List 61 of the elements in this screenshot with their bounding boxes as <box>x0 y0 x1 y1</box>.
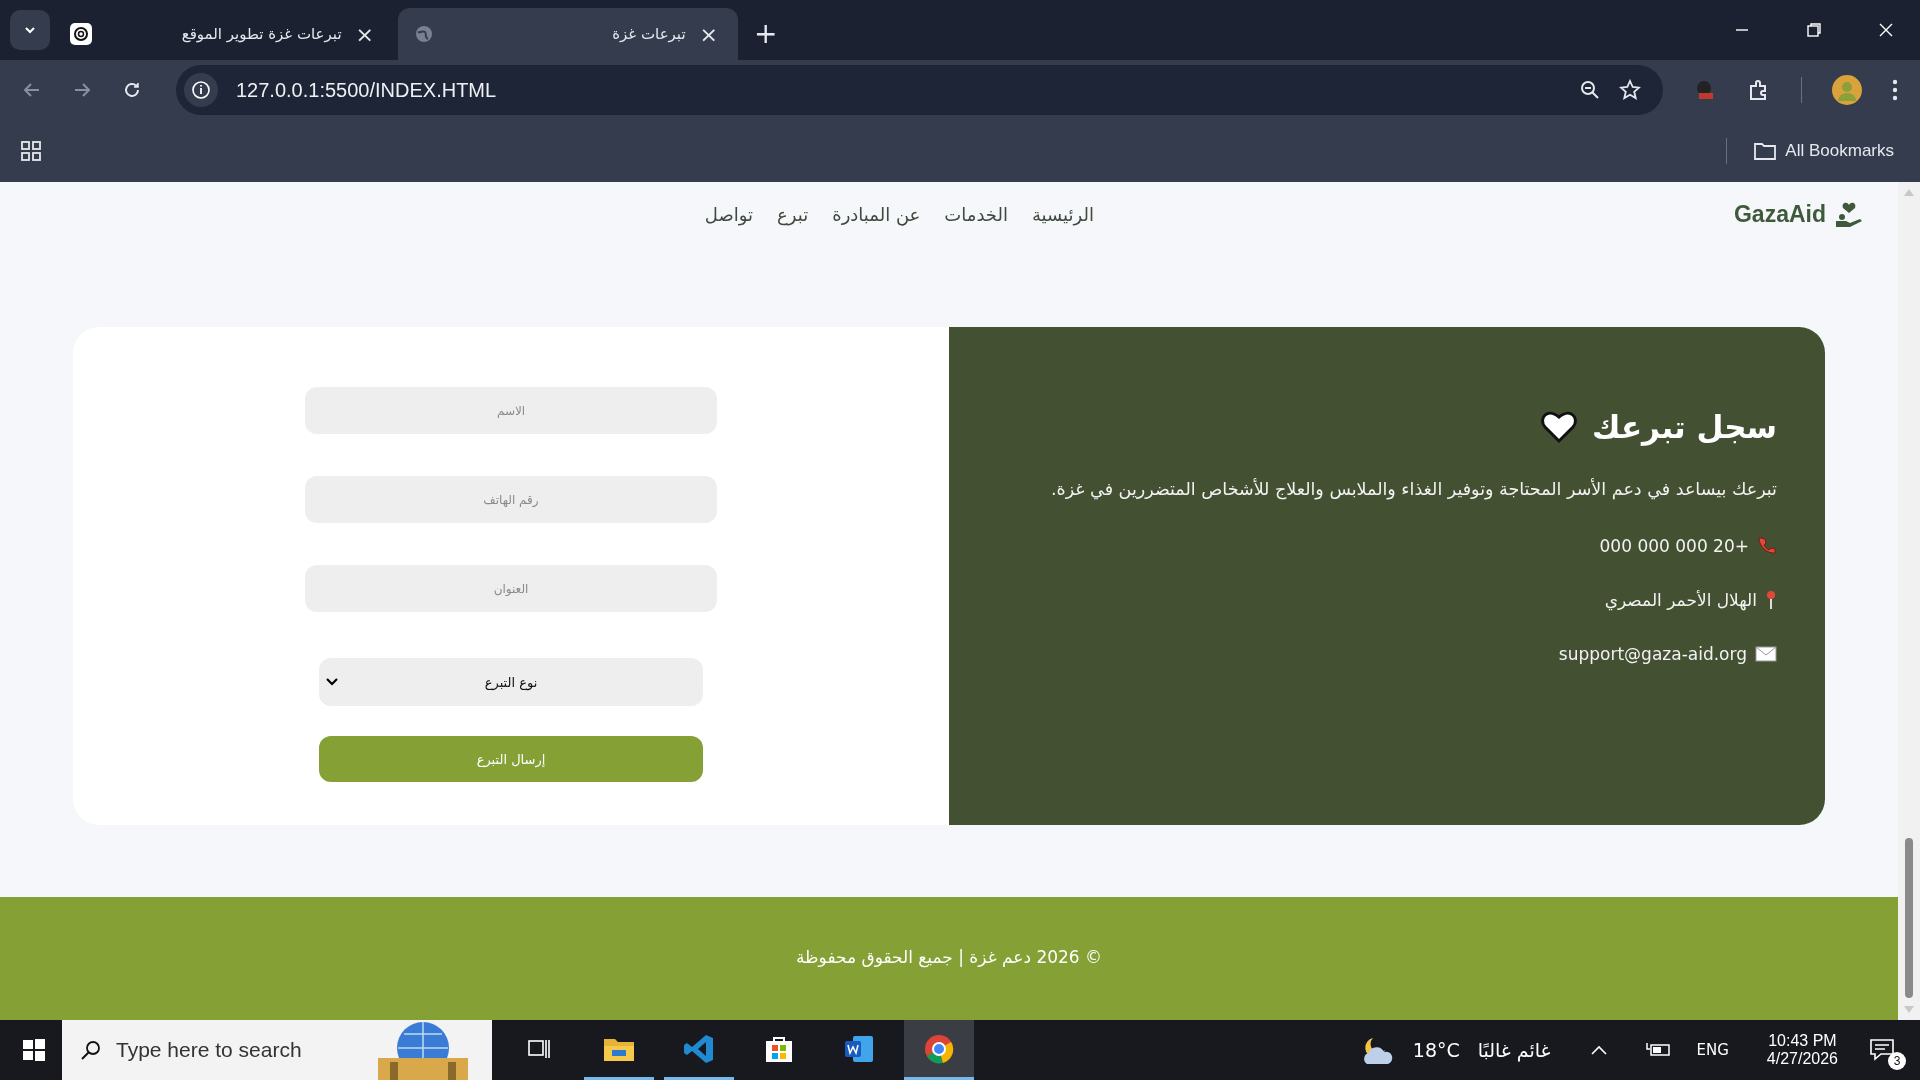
close-tab-button[interactable]: × <box>351 21 378 47</box>
chevron-down-icon <box>325 677 339 687</box>
weather-text[interactable]: غائم غالبًا <box>1477 1039 1551 1061</box>
profile-avatar-icon[interactable] <box>1832 75 1862 105</box>
windows-start-icon[interactable] <box>22 1038 46 1062</box>
nav-link[interactable]: عن المبادرة <box>832 203 921 225</box>
nav-link[interactable]: تواصل <box>704 203 754 225</box>
folder-icon <box>1753 141 1778 161</box>
close-tab-button[interactable]: × <box>695 21 722 47</box>
word-document-icon <box>843 1033 875 1064</box>
pin-icon <box>1765 590 1777 610</box>
info-icon[interactable] <box>184 73 218 107</box>
taskbar-app[interactable] <box>904 1020 974 1080</box>
donation-type-select[interactable]: نوع التبرع <box>319 658 703 706</box>
tab-title: تبرعات غزة تطوير الموقع <box>180 25 342 43</box>
nav-link[interactable]: الخدمات <box>944 203 1008 225</box>
input-field[interactable]: الاسم <box>305 387 717 434</box>
swirl-logo-icon <box>70 23 92 45</box>
url-text: 127.0.0.1:5500/INDEX.HTML <box>236 78 497 102</box>
close-icon[interactable] <box>1878 22 1894 38</box>
globe-icon <box>414 24 434 44</box>
heart-icon <box>1540 410 1579 444</box>
nav-link[interactable]: الرئيسية <box>1031 203 1094 225</box>
zoom-out-icon[interactable] <box>1579 79 1601 101</box>
star-icon[interactable] <box>1619 79 1641 101</box>
scrollbar-thumb[interactable] <box>1905 838 1913 998</box>
address-bar[interactable]: 127.0.0.1:5500/INDEX.HTML <box>176 65 1663 115</box>
restore-icon[interactable] <box>1806 22 1822 38</box>
section-title: سجل تبرعك <box>1592 409 1777 445</box>
phone-icon <box>1757 536 1777 556</box>
chevron-up-icon[interactable] <box>1590 1044 1609 1056</box>
code-editor-icon <box>683 1032 715 1065</box>
tab-title: تبرعات غزة <box>611 25 686 43</box>
nav-link[interactable]: تبرع <box>777 203 809 225</box>
clock-date[interactable]: 4/27/2026 <box>1766 1050 1838 1068</box>
reload-icon[interactable] <box>122 80 142 100</box>
apps-grid-icon[interactable] <box>20 140 42 162</box>
new-tab-button[interactable]: + <box>742 17 790 50</box>
contact-text: support@gaza-aid.org <box>1558 644 1747 664</box>
all-bookmarks-button[interactable]: All Bookmarks <box>1747 140 1900 162</box>
contact-text: +20 000 000 000 <box>1599 536 1749 556</box>
browser-logo-icon <box>923 1032 955 1065</box>
contact-text: الهلال الأحمر المصري <box>1604 590 1757 610</box>
envelope-icon <box>1755 646 1777 662</box>
copyright-text: © 2026 دعم غزة | جميع الحقوق محفوظة <box>795 947 1103 970</box>
battery-icon[interactable] <box>1646 1041 1673 1059</box>
browser-tab[interactable]: تبرعات غزة تطوير الموقع × <box>54 8 394 60</box>
more-menu-icon[interactable] <box>1892 79 1898 101</box>
language-indicator[interactable]: ENG <box>1696 1041 1729 1059</box>
taskbar-search-field[interactable]: Type here to search <box>62 1020 492 1080</box>
task-view-icon <box>527 1037 551 1060</box>
clock-time[interactable]: 10:43 PM <box>1768 1032 1837 1050</box>
search-icon <box>80 1039 102 1061</box>
input-field[interactable]: العنوان <box>305 565 717 612</box>
notification-count: 3 <box>1888 1052 1906 1070</box>
brand-name[interactable]: GazaAid <box>1733 200 1826 228</box>
temperature-text[interactable]: 18°C <box>1412 1039 1460 1061</box>
browser-tab[interactable]: تبرعات غزة × <box>398 8 738 60</box>
description-text: تبرعك بيساعد في دعم الأسر المحتاجة وتوفير الغذاء والملابس والعلاج للأشخاص المتضررين في غزة. <box>1050 479 1777 499</box>
input-field[interactable]: رقم الهاتف <box>305 476 717 523</box>
heart-hand-icon <box>1834 201 1864 227</box>
